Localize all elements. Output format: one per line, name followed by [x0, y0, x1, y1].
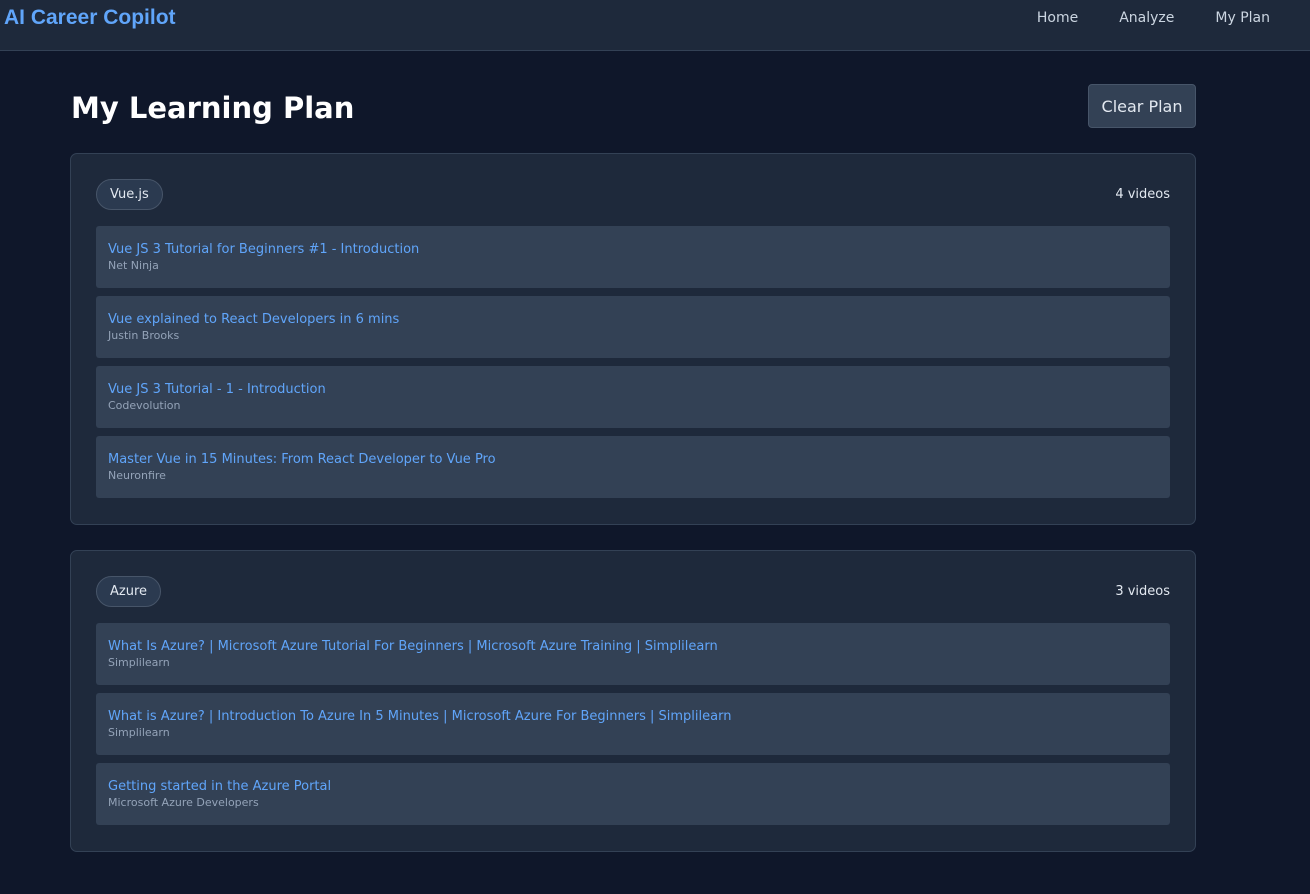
- skill-tag: Vue.js: [96, 179, 163, 210]
- video-item: Getting started in the Azure Portal Micr…: [96, 763, 1170, 825]
- video-title-link[interactable]: Vue JS 3 Tutorial - 1 - Introduction: [108, 381, 1158, 398]
- video-title-link[interactable]: Vue JS 3 Tutorial for Beginners #1 - Int…: [108, 241, 1158, 258]
- video-channel: Neuronfire: [108, 469, 166, 482]
- video-title-link[interactable]: What Is Azure? | Microsoft Azure Tutoria…: [108, 638, 1158, 655]
- video-item: Vue JS 3 Tutorial - 1 - Introduction Cod…: [96, 366, 1170, 428]
- nav-link-analyze[interactable]: Analyze: [1119, 10, 1174, 27]
- top-navbar: AI Career Copilot Home Analyze My Plan: [0, 0, 1310, 51]
- video-item: Vue explained to React Developers in 6 m…: [96, 296, 1170, 358]
- video-channel: Net Ninja: [108, 259, 159, 272]
- video-title-link[interactable]: What is Azure? | Introduction To Azure I…: [108, 708, 1158, 725]
- video-item: What Is Azure? | Microsoft Azure Tutoria…: [96, 623, 1170, 685]
- video-channel: Simplilearn: [108, 656, 170, 669]
- video-count: 4 videos: [1115, 187, 1170, 202]
- brand-logo-link[interactable]: AI Career Copilot: [4, 6, 176, 30]
- video-title-link[interactable]: Master Vue in 15 Minutes: From React Dev…: [108, 451, 1158, 468]
- nav-link-home[interactable]: Home: [1037, 10, 1078, 27]
- video-item: What is Azure? | Introduction To Azure I…: [96, 693, 1170, 755]
- skill-tag: Azure: [96, 576, 162, 607]
- nav-links: Home Analyze My Plan: [1037, 10, 1270, 27]
- plan-section-azure: Azure 3 videos What Is Azure? | Microsof…: [70, 550, 1196, 852]
- video-list: What Is Azure? | Microsoft Azure Tutoria…: [96, 623, 1170, 833]
- video-item: Master Vue in 15 Minutes: From React Dev…: [96, 436, 1170, 498]
- nav-link-my-plan[interactable]: My Plan: [1215, 10, 1270, 27]
- video-channel: Codevolution: [108, 399, 181, 412]
- video-channel: Microsoft Azure Developers: [108, 796, 259, 809]
- video-channel: Simplilearn: [108, 726, 170, 739]
- plan-section-vuejs: Vue.js 4 videos Vue JS 3 Tutorial for Be…: [70, 153, 1196, 525]
- video-list: Vue JS 3 Tutorial for Beginners #1 - Int…: [96, 226, 1170, 506]
- video-title-link[interactable]: Getting started in the Azure Portal: [108, 778, 1158, 795]
- clear-plan-button[interactable]: Clear Plan: [1088, 84, 1196, 128]
- video-channel: Justin Brooks: [108, 329, 180, 342]
- video-title-link[interactable]: Vue explained to React Developers in 6 m…: [108, 311, 1158, 328]
- video-count: 3 videos: [1115, 584, 1170, 599]
- page-title: My Learning Plan: [71, 91, 355, 125]
- video-item: Vue JS 3 Tutorial for Beginners #1 - Int…: [96, 226, 1170, 288]
